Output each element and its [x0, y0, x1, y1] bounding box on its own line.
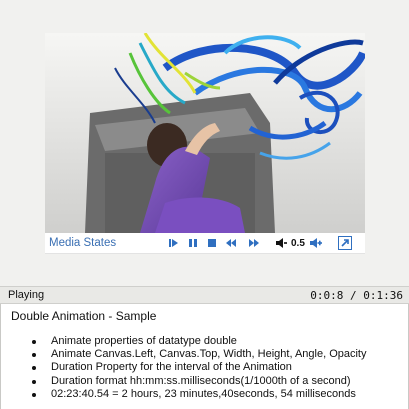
media-states-link[interactable]: Media States: [49, 237, 165, 249]
list-item: Animate Canvas.Left, Canvas.Top, Width, …: [32, 348, 367, 361]
video-frame[interactable]: [45, 33, 365, 233]
rewind-icon[interactable]: [221, 236, 241, 250]
list-item: Duration format hh:mm:ss.milliseconds(1/…: [32, 375, 367, 388]
list-item: Animate properties of datatype double: [32, 335, 367, 348]
status-bar: Playing 0:0:8 / 0:1:36: [0, 286, 409, 304]
description-title: Double Animation - Sample: [11, 309, 157, 323]
list-item: Duration Property for the interval of th…: [32, 361, 367, 374]
stop-icon[interactable]: [203, 236, 221, 250]
playback-status: Playing: [8, 289, 45, 301]
app-window: Media States 0.5 Playing 0:0:8 / 0:1:36 …: [0, 0, 409, 409]
pause-icon[interactable]: [183, 236, 203, 250]
playback-time: 0:0:8 / 0:1:36: [310, 289, 403, 302]
media-player: Media States 0.5: [45, 33, 365, 254]
description-panel: Double Animation - Sample Animate proper…: [0, 304, 409, 409]
player-controls: Media States 0.5: [45, 233, 365, 254]
fast-forward-icon[interactable]: [241, 236, 267, 250]
video-image: [45, 33, 365, 233]
volume-up-icon[interactable]: [308, 236, 324, 250]
list-item: 02:23:40.54 = 2 hours, 23 minutes,40seco…: [32, 388, 367, 401]
volume-level: 0.5: [291, 237, 305, 249]
volume-down-icon[interactable]: [273, 236, 289, 250]
play-icon[interactable]: [165, 236, 183, 250]
fullscreen-icon[interactable]: [337, 236, 352, 250]
description-list: Animate properties of datatype double An…: [32, 335, 367, 401]
